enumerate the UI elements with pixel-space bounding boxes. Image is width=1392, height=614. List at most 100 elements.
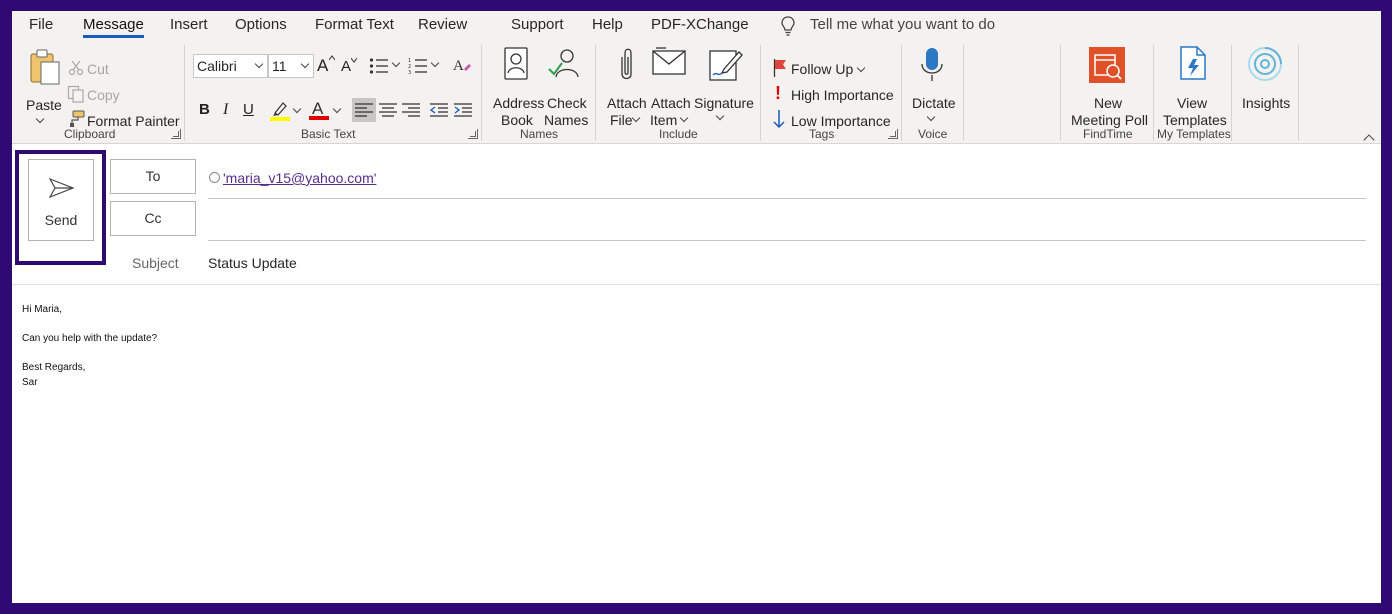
to-recipient[interactable]: 'maria_v15@yahoo.com': [223, 170, 376, 186]
shrink-arrow-icon: [351, 57, 357, 63]
tab-format-text[interactable]: Format Text: [315, 16, 394, 33]
increase-indent-icon[interactable]: [454, 102, 472, 118]
view-templates-label-1[interactable]: View: [1177, 95, 1207, 112]
envelope-icon[interactable]: [652, 47, 686, 77]
flag-icon: [773, 59, 786, 77]
dictate-button[interactable]: Dictate: [912, 95, 956, 112]
dictate-dropdown-icon[interactable]: [926, 112, 936, 122]
insights-icon[interactable]: [1247, 46, 1283, 82]
high-importance-button[interactable]: High Importance: [791, 87, 894, 103]
signature-dropdown-icon[interactable]: [715, 111, 725, 121]
tab-message[interactable]: Message: [83, 16, 144, 38]
basic-text-launcher-icon[interactable]: [468, 129, 478, 139]
numbering-dropdown-icon[interactable]: [430, 58, 440, 68]
check-names-label-1[interactable]: Check: [547, 95, 587, 112]
subject-input[interactable]: Status Update: [208, 255, 297, 271]
group-divider: [963, 45, 964, 141]
tags-launcher-icon[interactable]: [888, 129, 898, 139]
shrink-font-button[interactable]: A: [341, 58, 351, 75]
format-painter-icon: [70, 110, 85, 127]
signature-label[interactable]: Signature: [694, 95, 754, 112]
paperclip-icon[interactable]: [616, 47, 636, 83]
body-line: Best Regards,: [22, 362, 86, 373]
bold-button[interactable]: B: [199, 101, 210, 118]
send-button[interactable]: Send: [28, 159, 94, 241]
to-button[interactable]: To: [110, 159, 196, 194]
italic-button[interactable]: I: [223, 101, 228, 119]
include-group-label: Include: [659, 127, 698, 141]
align-right-icon[interactable]: [402, 102, 420, 118]
numbering-icon[interactable]: 1 2 3: [408, 57, 428, 75]
cut-button[interactable]: Cut: [87, 61, 109, 77]
highlighter-icon[interactable]: [270, 100, 290, 122]
check-names-icon[interactable]: [547, 47, 581, 81]
low-importance-button[interactable]: Low Importance: [791, 113, 891, 129]
font-color-button[interactable]: A: [309, 99, 329, 121]
paste-button[interactable]: Paste: [26, 97, 62, 114]
font-size-combo[interactable]: 11: [268, 54, 314, 78]
font-size-value: 11: [272, 58, 287, 74]
bullets-icon[interactable]: [369, 57, 389, 75]
attach-item-label-1[interactable]: Attach: [651, 95, 691, 112]
cc-button[interactable]: Cc: [110, 201, 196, 236]
highlighter-dropdown-icon[interactable]: [292, 104, 302, 114]
underline-button[interactable]: U: [243, 101, 254, 118]
tab-pdf-xchange[interactable]: PDF-XChange: [651, 16, 749, 33]
tab-options[interactable]: Options: [235, 16, 287, 33]
copy-icon: [67, 85, 84, 103]
paste-dropdown-icon[interactable]: [35, 114, 45, 124]
insights-button[interactable]: Insights: [1242, 95, 1290, 112]
voice-group-label: Voice: [918, 127, 948, 141]
chevron-down-icon: [300, 59, 310, 69]
tab-review[interactable]: Review: [418, 16, 467, 33]
clipboard-launcher-icon[interactable]: [171, 129, 181, 139]
clear-formatting-icon[interactable]: A: [452, 55, 472, 75]
attach-item-dropdown-icon[interactable]: [679, 113, 689, 123]
body-line: Hi Maria,: [22, 304, 63, 315]
names-group-label: Names: [520, 127, 559, 141]
svg-text:3: 3: [408, 70, 411, 75]
tab-support[interactable]: Support: [511, 16, 564, 33]
ribbon: Paste Cut Copy Format Painter Clipboard: [12, 43, 1381, 146]
collapse-ribbon-icon[interactable]: [1363, 134, 1375, 146]
paste-icon[interactable]: [28, 48, 62, 86]
bullets-dropdown-icon[interactable]: [391, 58, 401, 68]
tab-insert[interactable]: Insert: [170, 16, 208, 33]
address-book-icon[interactable]: [502, 47, 530, 81]
send-icon: [49, 178, 74, 198]
font-color-dropdown-icon[interactable]: [332, 104, 342, 114]
align-center-icon[interactable]: [379, 102, 397, 118]
clipboard-group-label: Clipboard: [64, 127, 116, 141]
outlook-compose-window: File Message Insert Options Format Text …: [12, 11, 1381, 603]
copy-button[interactable]: Copy: [87, 87, 120, 103]
decrease-indent-icon[interactable]: [430, 102, 448, 118]
view-templates-icon[interactable]: [1179, 45, 1209, 83]
signature-icon[interactable]: [709, 47, 743, 81]
group-divider: [760, 45, 761, 141]
lightbulb-icon: [781, 16, 795, 36]
cc-field-underline: [208, 240, 1366, 241]
findtime-group-label: FindTime: [1083, 127, 1133, 141]
meeting-poll-icon[interactable]: [1089, 47, 1125, 83]
basic-text-group-label: Basic Text: [301, 127, 356, 141]
address-book-label-1[interactable]: Address: [493, 95, 544, 112]
align-left-icon[interactable]: [355, 102, 373, 118]
font-name-combo[interactable]: Calibri: [193, 54, 268, 78]
send-label: Send: [44, 212, 78, 228]
tab-help[interactable]: Help: [592, 16, 623, 33]
tab-file[interactable]: File: [29, 16, 53, 33]
my-templates-group-label: My Templates: [1157, 127, 1231, 141]
attach-file-label-2[interactable]: File: [610, 112, 633, 129]
tell-me-search[interactable]: Tell me what you want to do: [810, 16, 995, 33]
subject-label: Subject: [132, 255, 179, 271]
attach-file-label-1[interactable]: Attach: [607, 95, 647, 112]
attach-file-dropdown-icon[interactable]: [631, 113, 641, 123]
grow-font-button[interactable]: A: [317, 56, 328, 76]
cut-icon: [68, 60, 84, 76]
follow-up-button[interactable]: Follow Up: [791, 61, 866, 77]
menu-bar: File Message Insert Options Format Text …: [12, 11, 1381, 43]
microphone-icon[interactable]: [920, 47, 944, 83]
new-meeting-poll-label-1[interactable]: New: [1094, 95, 1122, 112]
group-divider: [901, 45, 902, 141]
body-line: Can you help with the update?: [22, 333, 158, 344]
